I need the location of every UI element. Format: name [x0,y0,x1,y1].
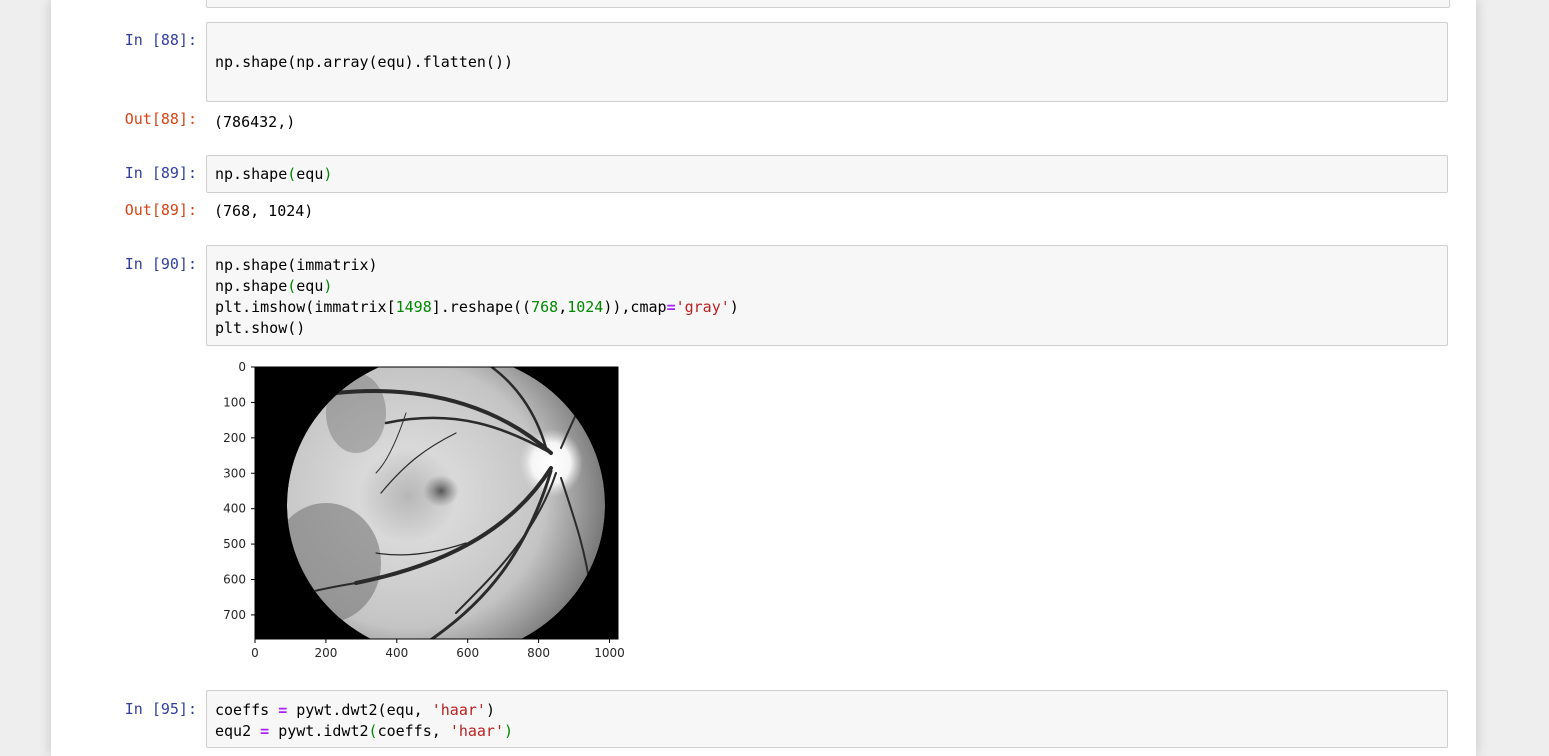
y-tick-label: 100 [223,395,246,409]
notebook-container: In [88]: np.shape(np.array(equ).flatten(… [51,0,1476,756]
input-prompt: In [95]: [124,700,197,718]
y-tick-label: 0 [238,360,246,374]
code-line: np.shape(equ) [215,165,333,183]
x-tick-label: 1000 [594,646,625,660]
code-cell-input[interactable]: np.shape(equ) [206,155,1448,193]
code-line: np.shape(equ) [215,277,333,295]
input-prompt: In [88]: [124,31,197,49]
code-line: coeffs = pywt.dwt2(equ, 'haar') [215,701,495,719]
code-cell-input[interactable]: np.shape(np.array(equ).flatten()) [206,22,1448,102]
y-tick-label: 600 [223,573,246,587]
y-tick-label: 200 [223,431,246,445]
code-line: plt.imshow(immatrix[1498].reshape((768,1… [215,298,739,316]
x-tick-label: 600 [456,646,479,660]
y-tick-label: 700 [223,608,246,622]
code-line: np.shape(immatrix) [215,256,378,274]
code-line: equ2 = pywt.idwt2(coeffs, 'haar') [215,722,514,740]
code-cell-input[interactable]: np.shape(immatrix) np.shape(equ) plt.ims… [206,245,1448,346]
input-prompt: In [90]: [124,255,197,273]
y-tick-label: 500 [223,537,246,551]
y-axis: 0 100 200 300 400 500 600 700 [223,360,255,622]
x-axis: 0 200 400 600 800 1000 [251,639,625,660]
x-tick-label: 200 [314,646,337,660]
x-tick-label: 800 [527,646,550,660]
cell-output: (768, 1024) [214,202,314,220]
x-tick-label: 0 [251,646,259,660]
y-tick-label: 400 [223,502,246,516]
code-cell-input[interactable]: coeffs = pywt.dwt2(equ, 'haar') equ2 = p… [206,690,1448,748]
output-prompt: Out[89]: [124,201,197,219]
code-line: np.shape(np.array(equ).flatten()) [215,53,514,71]
code-line: plt.show() [215,319,306,337]
fundus-image [255,367,618,639]
input-prompt: In [89]: [124,164,197,182]
previous-cell-input[interactable] [206,0,1450,8]
y-tick-label: 300 [223,466,246,480]
x-tick-label: 400 [385,646,408,660]
output-prompt: Out[88]: [124,110,197,128]
image-plot: 0 200 400 600 800 1000 0 100 200 300 400 500 600 700 [223,360,625,660]
cell-output: (786432,) [214,113,296,131]
